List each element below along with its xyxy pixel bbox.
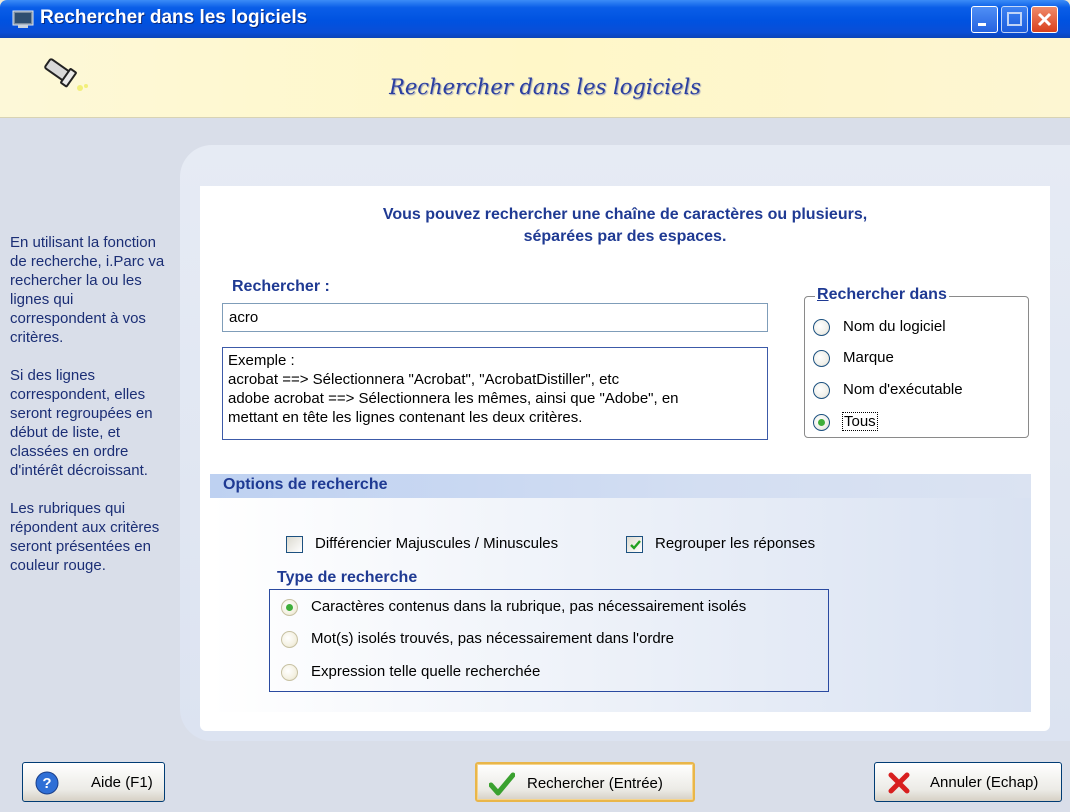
- radio-label-type-words[interactable]: Mot(s) isolés trouvés, pas nécessairemen…: [311, 630, 674, 647]
- close-button[interactable]: [1031, 6, 1058, 33]
- radio-label-type-expression[interactable]: Expression telle quelle recherchée: [311, 663, 540, 680]
- banner-title: Rechercher dans les logiciels: [389, 75, 701, 99]
- radio-label-executable-name[interactable]: Nom d'exécutable: [843, 381, 963, 398]
- minimize-button[interactable]: [971, 6, 998, 33]
- checkmark-icon: [630, 540, 641, 550]
- help-paragraph: Si des lignes correspondent, elles seron…: [10, 367, 153, 479]
- radio-type-expression[interactable]: [281, 664, 298, 681]
- title-bar[interactable]: Rechercher dans les logiciels: [0, 0, 1070, 38]
- search-input[interactable]: [222, 303, 768, 332]
- radio-brand[interactable]: [813, 350, 830, 367]
- app-icon: [12, 9, 34, 29]
- legend-rest: echercher dans: [828, 286, 947, 303]
- case-sensitive-checkbox[interactable]: [286, 536, 303, 553]
- radio-label-type-contains[interactable]: Caractères contenus dans la rubrique, pa…: [311, 598, 746, 615]
- maximize-icon: [1007, 12, 1022, 26]
- window-title: Rechercher dans les logiciels: [40, 7, 308, 28]
- case-sensitive-label[interactable]: Différencier Majuscules / Minuscules: [315, 535, 558, 552]
- search-button[interactable]: Rechercher (Entrée): [475, 762, 695, 802]
- radio-label-all[interactable]: Tous: [842, 412, 878, 431]
- example-line: adobe acrobat ==> Sélectionnera les même…: [228, 390, 679, 407]
- header-banner: Rechercher dans les logiciels: [0, 38, 1070, 118]
- help-button[interactable]: ? Aide (F1): [22, 762, 165, 802]
- svg-text:?: ?: [42, 775, 51, 792]
- help-paragraph: Les rubriques qui répondent aux critères…: [10, 500, 160, 574]
- search-options-header: Options de recherche: [210, 474, 1031, 498]
- radio-software-name[interactable]: [813, 319, 830, 336]
- help-paragraph: En utilisant la fonction de recherche, i…: [10, 234, 165, 346]
- example-line: acrobat ==> Sélectionnera "Acrobat", "Ac…: [228, 371, 620, 388]
- example-line: mettant en tête les lignes contenant les…: [228, 409, 583, 426]
- cancel-button-label: Annuler (Echap): [930, 774, 1039, 791]
- example-box: Exemple : acrobat ==> Sélectionnera "Acr…: [222, 347, 768, 440]
- search-label: Rechercher :: [232, 278, 330, 295]
- search-button-label: Rechercher (Entrée): [527, 775, 663, 792]
- cancel-button[interactable]: Annuler (Echap): [874, 762, 1062, 802]
- intro-text: Vous pouvez rechercher une chaîne de car…: [200, 204, 1050, 248]
- group-answers-checkbox[interactable]: [626, 536, 643, 553]
- cancel-icon: [887, 771, 911, 799]
- intro-line: séparées par des espaces.: [523, 228, 727, 245]
- close-icon: [1037, 12, 1052, 27]
- radio-executable-name[interactable]: [813, 382, 830, 399]
- help-icon: ?: [35, 771, 59, 799]
- legend-access-key: R: [817, 286, 829, 303]
- search-type-legend: Type de recherche: [277, 569, 418, 586]
- radio-all[interactable]: [813, 414, 830, 431]
- radio-type-words[interactable]: [281, 631, 298, 648]
- maximize-button[interactable]: [1001, 6, 1028, 33]
- intro-line: Vous pouvez rechercher une chaîne de car…: [382, 206, 868, 223]
- minimize-icon: [978, 23, 986, 26]
- radio-label-software-name[interactable]: Nom du logiciel: [843, 318, 946, 335]
- group-answers-label[interactable]: Regrouper les réponses: [655, 535, 815, 552]
- checkmark-icon: [488, 772, 516, 800]
- sidebar-help: En utilisant la fonction de recherche, i…: [10, 233, 170, 594]
- example-line: Exemple :: [228, 352, 295, 369]
- radio-label-brand[interactable]: Marque: [843, 349, 894, 366]
- search-in-legend: Rechercher dans: [815, 286, 949, 304]
- radio-type-contains[interactable]: [281, 599, 298, 616]
- help-button-label: Aide (F1): [91, 774, 153, 791]
